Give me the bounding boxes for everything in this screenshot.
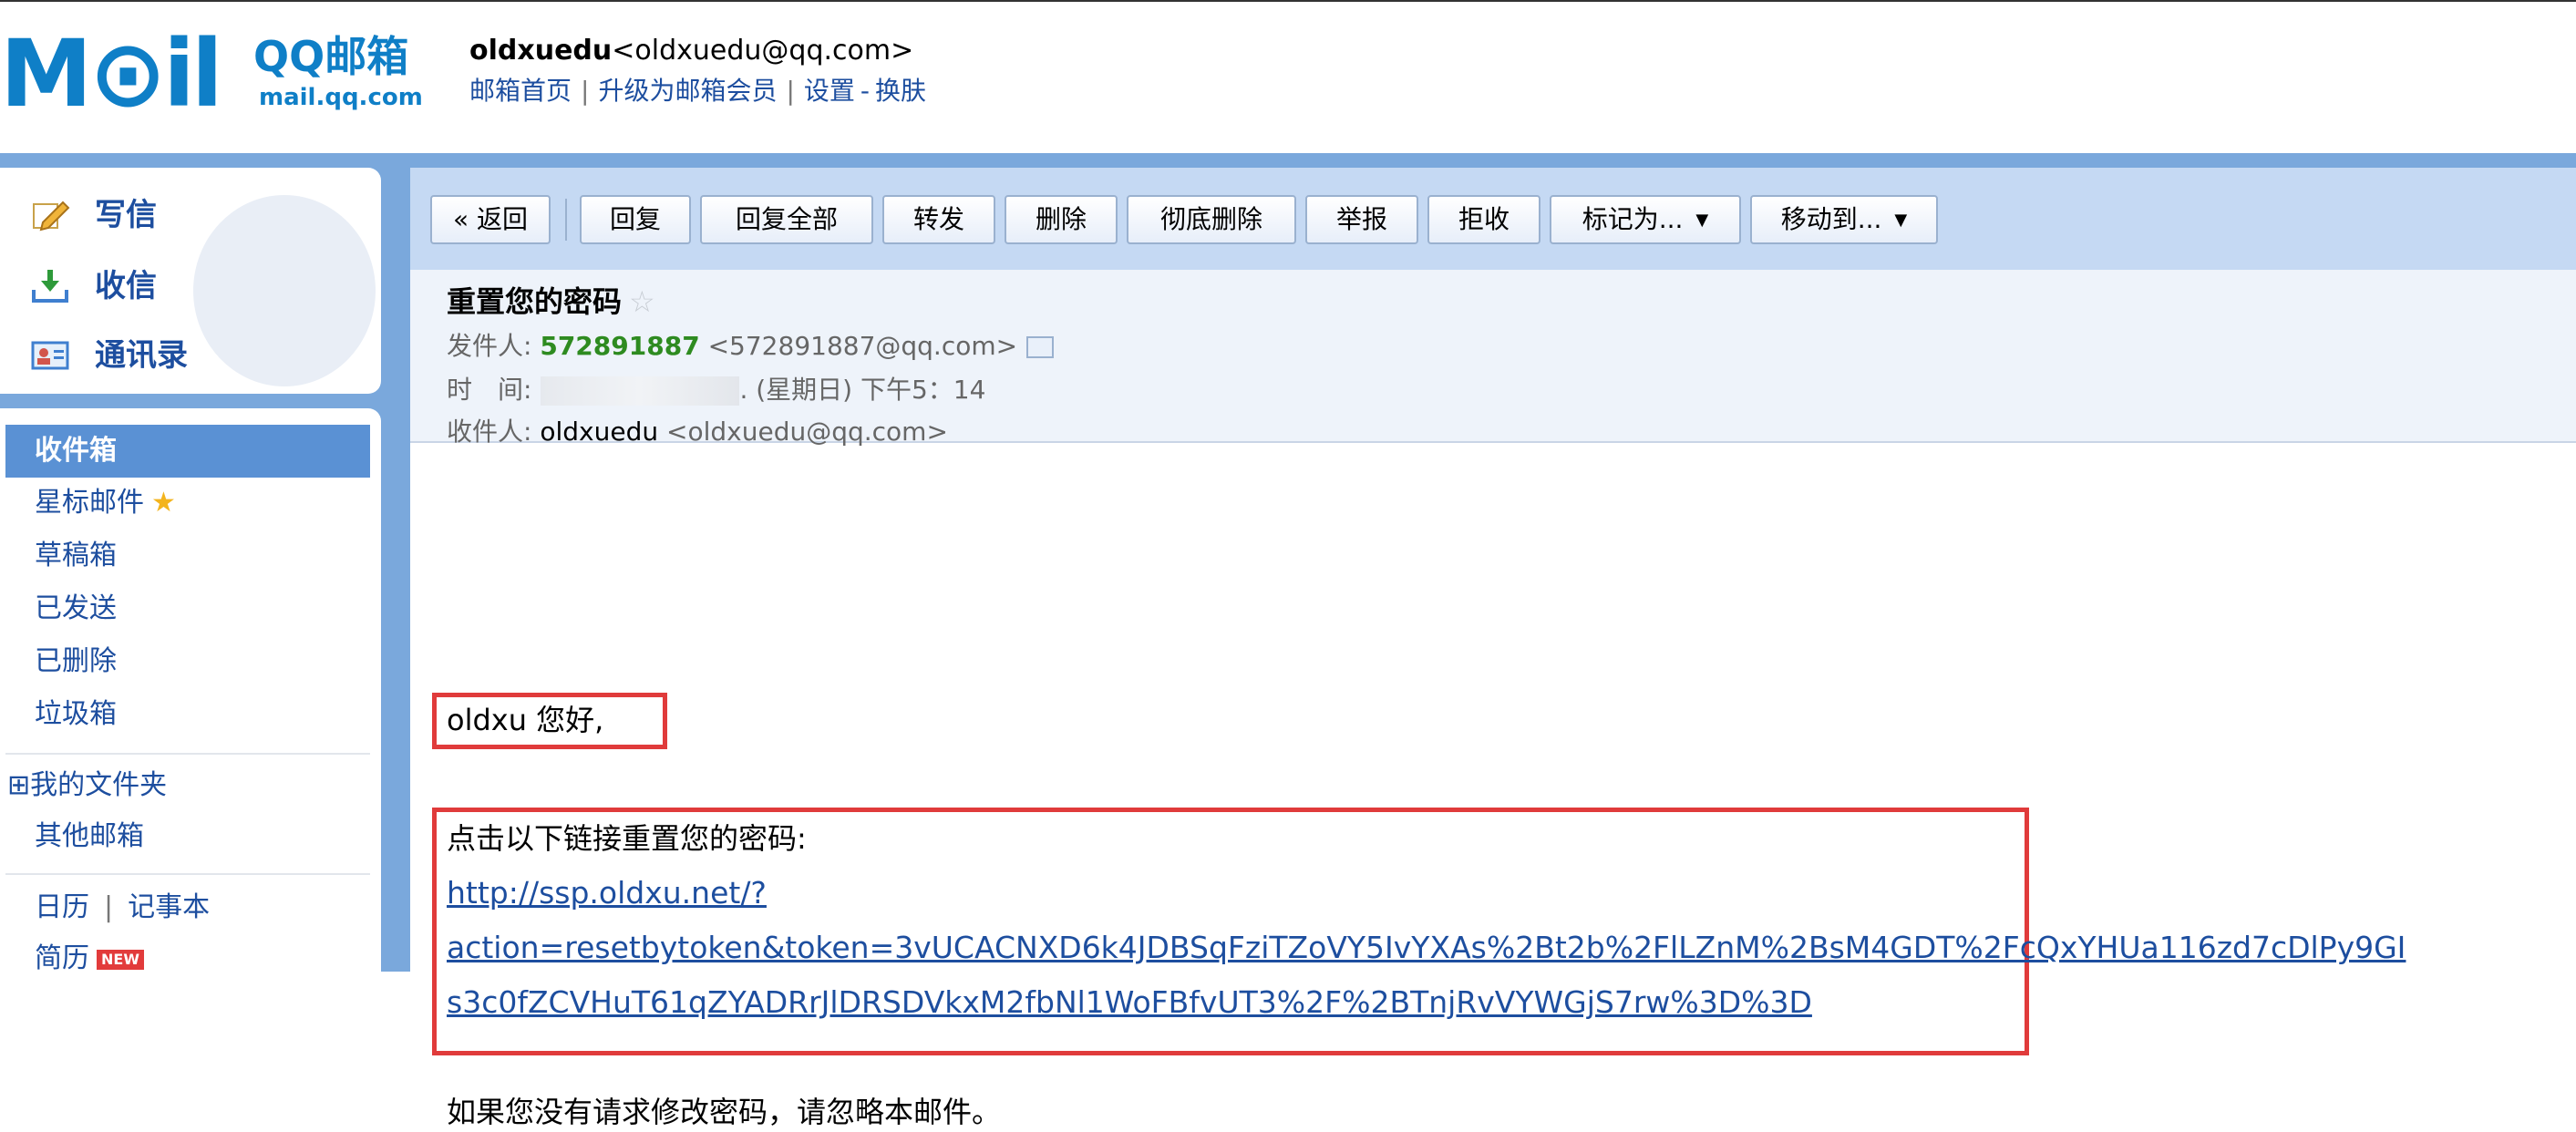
upgrade-member-link[interactable]: 升级为邮箱会员 (598, 76, 777, 106)
folder-starred[interactable]: 星标邮件 ★ (35, 485, 176, 521)
instruction-text: 点击以下链接重置您的密码: (447, 821, 807, 856)
folder-spam[interactable]: 垃圾箱 (35, 696, 117, 733)
mail-subject: 重置您的密码 ☆ (447, 281, 655, 323)
logo-mail-letters: M⊙il (0, 20, 223, 129)
sender-name[interactable]: 572891887 (540, 331, 699, 361)
calendar-link[interactable]: 日历 (35, 891, 89, 923)
toolbar-separator (565, 199, 567, 241)
folder-deleted[interactable]: 已删除 (35, 643, 117, 680)
reply-all-button[interactable]: 回复全部 (700, 195, 873, 244)
mail-view: « 返回 回复 回复全部 转发 删除 彻底删除 举报 拒收 标记为... ▼ 移动… (410, 168, 2576, 1129)
contacts-button[interactable]: 通讯录 (29, 330, 188, 381)
logo-domain: mail.qq.com (259, 84, 423, 111)
resume-label: 简历 (35, 942, 89, 974)
sidebar-divider (5, 873, 370, 875)
folder-list: 收件箱 星标邮件 ★ 草稿箱 已发送 已删除 垃圾箱 ⊞我的文件夹 其他邮箱 日历… (0, 408, 381, 974)
sender-row: 发件人: 572891887 <572891887@qq.com> (447, 328, 1055, 365)
reply-button[interactable]: 回复 (580, 195, 691, 244)
top-header: M⊙il QQ邮箱 mail.qq.com oldxuedu<oldxuedu@… (0, 0, 2576, 155)
chevron-down-icon: ▼ (1695, 211, 1709, 230)
reset-link-line-3[interactable]: s3c0fZCVHuT61qZYADRrJlDRSDVkxM2fbNl1WoFB… (447, 983, 1812, 1023)
mark-as-dropdown[interactable]: 标记为... ▼ (1550, 195, 1741, 244)
sender-address: <572891887@qq.com> (707, 331, 1018, 361)
calendar-notes-sep: | (104, 891, 114, 923)
nav-dash: - (860, 76, 871, 106)
delete-permanently-button[interactable]: 彻底删除 (1127, 195, 1296, 244)
reset-link-line-1[interactable]: http://ssp.oldxu.net/? (447, 873, 767, 913)
forward-button[interactable]: 转发 (882, 195, 995, 244)
receive-label: 收信 (95, 268, 157, 304)
folder-sent[interactable]: 已发送 (35, 591, 117, 627)
report-button[interactable]: 举报 (1305, 195, 1418, 244)
quick-actions-panel: 写信 收信 通讯录 (0, 168, 381, 394)
username: oldxuedu (469, 35, 613, 67)
compose-button[interactable]: 写信 (29, 190, 157, 241)
header-nav: 邮箱首页 | 升级为邮箱会员 | 设置 - 换肤 (469, 76, 927, 106)
reset-link-line-2[interactable]: action=resetbytoken&token=3vUCACNXD6k4JD… (447, 928, 2406, 968)
sidebar-divider (5, 753, 370, 755)
new-badge: NEW (97, 949, 144, 970)
time-label: 时 间: (447, 375, 532, 405)
folder-drafts[interactable]: 草稿箱 (35, 538, 117, 574)
user-email: <oldxuedu@qq.com> (612, 35, 914, 67)
ignore-note: 如果您没有请求修改密码，请忽略本邮件。 (447, 1095, 1002, 1129)
sender-label: 发件人: (447, 331, 532, 361)
star-icon: ★ (151, 487, 176, 519)
my-folders-toggle[interactable]: ⊞我的文件夹 (7, 767, 167, 804)
notes-link[interactable]: 记事本 (128, 891, 210, 923)
settings-link[interactable]: 设置 (804, 76, 855, 106)
pencil-icon (29, 197, 71, 233)
star-toggle-icon[interactable]: ☆ (629, 284, 655, 319)
mail-toolbar: « 返回 回复 回复全部 转发 删除 彻底删除 举报 拒收 标记为... ▼ 移动… (410, 168, 2576, 270)
inbox-download-icon (29, 268, 71, 304)
subject-text: 重置您的密码 (447, 284, 623, 319)
resume-link[interactable]: 简历 NEW (35, 941, 144, 977)
redacted-date (541, 376, 740, 406)
mailbox-home-link[interactable]: 邮箱首页 (469, 76, 572, 106)
user-identity: oldxuedu<oldxuedu@qq.com> (469, 35, 913, 67)
delete-button[interactable]: 删除 (1005, 195, 1118, 244)
mail-body: oldxu 您好, 点击以下链接重置您的密码: http://ssp.oldxu… (410, 443, 2576, 1129)
folder-inbox[interactable]: 收件箱 (5, 425, 370, 478)
calendar-notes-row: 日历 | 记事本 (35, 890, 210, 926)
greeting-text: oldxu 您好, (447, 703, 604, 737)
folder-other-mailbox[interactable]: 其他邮箱 (35, 818, 144, 855)
chevron-down-icon: ▼ (1894, 211, 1908, 230)
address-book-icon (29, 337, 71, 374)
contact-card-icon[interactable] (1026, 336, 1055, 358)
compose-label: 写信 (95, 197, 157, 233)
back-button[interactable]: « 返回 (430, 195, 551, 244)
logo-title: QQ邮箱 (253, 32, 409, 81)
contacts-label: 通讯录 (95, 337, 188, 374)
penguin-stamp-decoration (193, 195, 376, 386)
move-to-dropdown[interactable]: 移动到... ▼ (1750, 195, 1938, 244)
reject-button[interactable]: 拒收 (1427, 195, 1540, 244)
mail-header: 重置您的密码 ☆ 发件人: 572891887 <572891887@qq.com… (410, 270, 2576, 447)
change-skin-link[interactable]: 换肤 (875, 76, 926, 106)
time-value: . (星期日) 下午5：14 (739, 375, 986, 405)
time-row: 时 间: . (星期日) 下午5：14 (447, 372, 985, 408)
mark-as-label: 标记为... (1582, 204, 1684, 234)
qq-mail-logo[interactable]: M⊙il QQ邮箱 mail.qq.com (0, 27, 428, 128)
folder-inbox-label: 收件箱 (35, 435, 117, 467)
receive-button[interactable]: 收信 (29, 261, 157, 312)
folder-starred-label: 星标邮件 (35, 487, 144, 519)
move-to-label: 移动到... (1780, 204, 1882, 234)
